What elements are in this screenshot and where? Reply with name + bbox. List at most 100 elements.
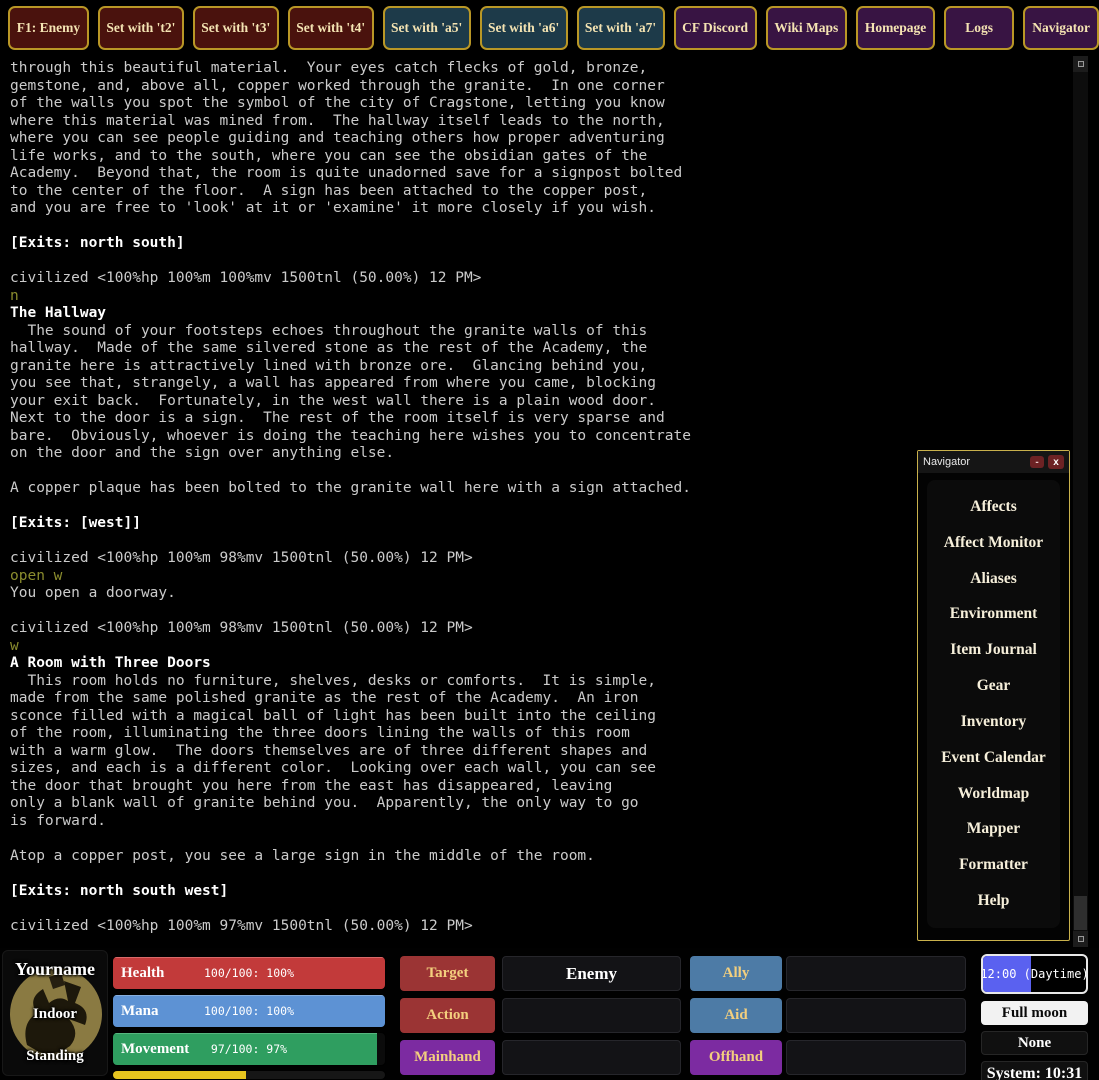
combat-panel-left: Target Enemy Action Mainhand <box>400 956 681 1080</box>
experience-tnl-fill <box>113 1071 246 1079</box>
console-line: [Exits: north south west] <box>10 883 1072 901</box>
toolbar-button[interactable]: Set with 'a7' <box>577 6 665 50</box>
toolbar-button[interactable]: Set with 'a6' <box>480 6 568 50</box>
navigator-menu-item[interactable]: Affects <box>927 498 1060 516</box>
console-line: civilized <100%hp 100%m 100%mv 1500tnl (… <box>10 270 1072 288</box>
console-line: with a warm glow. The doors themselves a… <box>10 743 1072 761</box>
console-line: A copper plaque has been bolted to the g… <box>10 480 1072 498</box>
navigator-menu-item[interactable]: Help <box>927 892 1060 910</box>
console-line: life works, and to the south, where you … <box>10 148 1072 166</box>
moon-phase-indicator: Full moon <box>981 1001 1088 1025</box>
toolbar-button[interactable]: Navigator <box>1023 6 1099 50</box>
console-line: This room holds no furniture, shelves, d… <box>10 673 1072 691</box>
minimize-button[interactable]: - <box>1030 456 1044 468</box>
scrollbar-thumb[interactable] <box>1074 896 1087 930</box>
game-clock: 12:00 (Daytime) <box>981 954 1088 994</box>
mana-value: 100/100: 100% <box>113 995 385 1027</box>
console-line: where this material was mined from. The … <box>10 113 1072 131</box>
world-info-panel: 12:00 (Daytime) Full moon None System: 1… <box>981 954 1088 1080</box>
offhand-value-field <box>786 1040 966 1075</box>
action-value-field <box>502 998 681 1033</box>
console-line <box>10 865 1072 883</box>
navigator-menu: Affects Affect Monitor Aliases Environment I… <box>927 480 1060 928</box>
toolbar-button[interactable]: Set with 't4' <box>288 6 374 50</box>
scroll-down-button[interactable] <box>1073 931 1088 947</box>
navigator-menu-item[interactable]: Affect Monitor <box>927 534 1060 552</box>
console-line: your exit back. Fortunately, in the west… <box>10 393 1072 411</box>
movement-bar: Movement 97/100: 97% <box>112 1032 386 1066</box>
toolbar-button[interactable]: F1: Enemy <box>8 6 89 50</box>
console-scrollbar[interactable] <box>1073 56 1088 947</box>
mainhand-value-field <box>502 1040 681 1075</box>
console-line: through this beautiful material. Your ey… <box>10 60 1072 78</box>
console-line: of the room, illuminating the three door… <box>10 725 1072 743</box>
mainhand-label: Mainhand <box>400 1040 495 1075</box>
console-line: made from the same polished granite as t… <box>10 690 1072 708</box>
scroll-up-icon <box>1078 61 1084 67</box>
console-line: open w <box>10 568 1072 586</box>
console-line <box>10 218 1072 236</box>
navigator-menu-item[interactable]: Item Journal <box>927 641 1060 659</box>
navigator-title: Navigator <box>923 456 1026 468</box>
console-line: A Room with Three Doors <box>10 655 1072 673</box>
navigator-menu-item[interactable]: Worldmap <box>927 785 1060 803</box>
character-panel: Yourname Indoor Standing <box>2 950 108 1076</box>
toolbar-button[interactable]: CF Discord <box>674 6 757 50</box>
navigator-menu-item[interactable]: Event Calendar <box>927 749 1060 767</box>
offhand-label: Offhand <box>690 1040 782 1075</box>
close-button[interactable]: x <box>1048 455 1064 469</box>
console-line: granite here is attractively lined with … <box>10 358 1072 376</box>
scroll-up-button[interactable] <box>1073 56 1088 72</box>
combat-panel-right: Ally Aid Offhand <box>690 956 966 1080</box>
toolbar-button[interactable]: Set with 't3' <box>193 6 279 50</box>
navigator-menu-item[interactable]: Environment <box>927 605 1060 623</box>
console-line: [Exits: [west]] <box>10 515 1072 533</box>
navigator-menu-item[interactable]: Gear <box>927 677 1060 695</box>
console-line <box>10 253 1072 271</box>
console-line: sconce filled with a magical ball of lig… <box>10 708 1072 726</box>
navigator-titlebar[interactable]: Navigator - x <box>918 451 1069 473</box>
scroll-down-icon <box>1078 936 1084 942</box>
weather-indicator: None <box>981 1031 1088 1055</box>
console-line: The sound of your footsteps echoes throu… <box>10 323 1072 341</box>
console-line: sizes, and each is a different color. Lo… <box>10 760 1072 778</box>
console-line <box>10 498 1072 516</box>
console-line: only a blank wall of granite behind you.… <box>10 795 1072 813</box>
action-label: Action <box>400 998 495 1033</box>
aid-label: Aid <box>690 998 782 1033</box>
toolbar-button[interactable]: Wiki Maps <box>766 6 847 50</box>
console-line: Atop a copper post, you see a large sign… <box>10 848 1072 866</box>
mud-client-app: { "toolbar": { "buttons": [ { "label": "… <box>0 0 1099 1080</box>
health-bar: Health 100/100: 100% <box>112 956 386 990</box>
target-label: Target <box>400 956 495 991</box>
console-line: the door that brought you here from the … <box>10 778 1072 796</box>
console-line: You open a doorway. <box>10 585 1072 603</box>
game-output-console: through this beautiful material. Your ey… <box>0 56 1072 948</box>
console-line: is forward. <box>10 813 1072 831</box>
navigator-menu-item[interactable]: Formatter <box>927 856 1060 874</box>
toolbar-button[interactable]: Logs <box>944 6 1014 50</box>
console-line: and you are free to 'look' at it or 'exa… <box>10 200 1072 218</box>
console-line: [Exits: north south] <box>10 235 1072 253</box>
movement-value: 97/100: 97% <box>113 1033 385 1065</box>
navigator-menu-item[interactable]: Inventory <box>927 713 1060 731</box>
console-line: on the door and the sign over anything e… <box>10 445 1072 463</box>
console-line: where you can see people guiding and tea… <box>10 130 1072 148</box>
console-line <box>10 830 1072 848</box>
target-value-field: Enemy <box>502 956 681 991</box>
bottom-status-bar: Yourname Indoor Standing Health 100/100:… <box>0 948 1099 1080</box>
ally-value-field <box>786 956 966 991</box>
navigator-menu-item[interactable]: Mapper <box>927 820 1060 838</box>
toolbar-button[interactable]: Set with 'a5' <box>383 6 471 50</box>
health-value: 100/100: 100% <box>113 957 385 989</box>
console-line: Academy. Beyond that, the room is quite … <box>10 165 1072 183</box>
console-line <box>10 463 1072 481</box>
mana-bar: Mana 100/100: 100% <box>112 994 386 1028</box>
environment-status: Indoor <box>5 1006 105 1023</box>
toolbar-button[interactable]: Set with 't2' <box>98 6 184 50</box>
navigator-menu-item[interactable]: Aliases <box>927 570 1060 588</box>
toolbar-button[interactable]: Homepage <box>856 6 935 50</box>
system-time: System: 10:31 <box>981 1061 1088 1080</box>
position-status: Standing <box>5 1048 105 1065</box>
console-line: civilized <100%hp 100%m 97%mv 1500tnl (5… <box>10 918 1072 936</box>
